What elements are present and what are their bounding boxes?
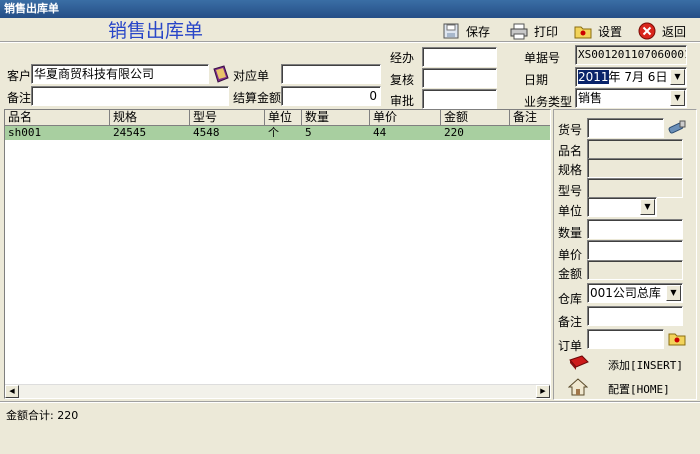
name-label: 品名 bbox=[558, 144, 583, 158]
counter-doc-field[interactable] bbox=[281, 64, 381, 84]
printer-icon bbox=[510, 22, 528, 40]
qty-field[interactable] bbox=[587, 219, 683, 239]
page-title: 销售出库单 bbox=[108, 20, 204, 42]
divider bbox=[0, 41, 700, 43]
order-field[interactable] bbox=[587, 329, 664, 349]
scanner-icon[interactable] bbox=[668, 118, 686, 136]
qty-label: 数量 bbox=[558, 226, 583, 240]
remark-label: 备注 bbox=[7, 91, 32, 105]
print-label: 打印 bbox=[534, 24, 559, 39]
order-folder-icon[interactable] bbox=[668, 329, 686, 347]
cell-remark bbox=[510, 126, 513, 140]
add-item-label: 添加[INSERT] bbox=[608, 358, 683, 372]
amount-side-label: 金额 bbox=[558, 267, 583, 281]
horizontal-scrollbar[interactable]: ◀ ▶ bbox=[5, 384, 550, 398]
cell-spec: 24545 bbox=[113, 126, 147, 139]
config-button[interactable]: 配置[HOME] bbox=[567, 378, 670, 399]
doc-no-field: XS001201107060001 bbox=[575, 45, 687, 65]
print-button[interactable]: 打印 bbox=[510, 20, 558, 42]
divider bbox=[0, 401, 700, 403]
settings-label: 设置 bbox=[598, 24, 623, 39]
spec-label: 规格 bbox=[558, 163, 583, 177]
biz-type-value: 销售 bbox=[578, 91, 603, 105]
price-label: 单价 bbox=[558, 248, 583, 262]
remark-field[interactable] bbox=[31, 86, 229, 106]
column-header-qty[interactable]: 数量 bbox=[302, 110, 370, 126]
date-label: 日期 bbox=[524, 73, 549, 87]
side-remark-label: 备注 bbox=[558, 315, 583, 329]
add-item-button[interactable]: 添加[INSERT] bbox=[568, 354, 683, 375]
cell-name: sh001 bbox=[8, 126, 42, 139]
unit-label: 单位 bbox=[558, 204, 583, 218]
code-label: 货号 bbox=[558, 123, 583, 137]
customer-label: 客户 bbox=[7, 69, 32, 83]
red-book-icon bbox=[568, 354, 590, 375]
warehouse-label: 仓库 bbox=[558, 292, 583, 306]
cell-qty: 5 bbox=[305, 126, 312, 139]
doc-no-label: 单据号 bbox=[524, 51, 561, 65]
total-amount-status: 金额合计: 220 bbox=[6, 409, 79, 422]
config-label: 配置[HOME] bbox=[608, 382, 670, 396]
items-grid[interactable]: 品名 规格 型号 单位 数量 单价 金额 备注 sh001 24545 4548… bbox=[4, 109, 551, 399]
cell-unit: 个 bbox=[268, 126, 279, 139]
approve-label: 审批 bbox=[390, 94, 415, 108]
scroll-left-icon[interactable]: ◀ bbox=[5, 385, 19, 398]
chevron-down-icon[interactable]: ▼ bbox=[666, 285, 681, 301]
settings-folder-icon bbox=[574, 22, 592, 40]
column-header-price[interactable]: 单价 bbox=[370, 110, 441, 126]
counter-doc-label: 对应单 bbox=[233, 69, 270, 83]
warehouse-value: 001公司总库 bbox=[590, 286, 661, 300]
save-icon bbox=[442, 22, 460, 40]
model-field bbox=[587, 178, 683, 198]
save-label: 保存 bbox=[466, 24, 491, 39]
scroll-right-icon[interactable]: ▶ bbox=[536, 385, 550, 398]
review-field[interactable] bbox=[422, 68, 497, 88]
warehouse-select[interactable]: 001公司总库 ▼ bbox=[587, 283, 683, 303]
column-header-model[interactable]: 型号 bbox=[190, 110, 265, 126]
back-button[interactable]: 返回 bbox=[638, 20, 686, 42]
model-label: 型号 bbox=[558, 184, 583, 198]
column-header-remark[interactable]: 备注 bbox=[510, 110, 550, 126]
approve-field[interactable] bbox=[422, 89, 497, 109]
cell-model: 4548 bbox=[193, 126, 220, 139]
chevron-down-icon[interactable]: ▼ bbox=[670, 69, 685, 85]
customer-field[interactable]: 华夏商贸科技有限公司 bbox=[31, 64, 209, 84]
amount-label: 结算金额 bbox=[233, 91, 282, 105]
date-picker[interactable]: 2011年 7月 6日 ▼ bbox=[575, 67, 687, 87]
amount-field[interactable]: 0 bbox=[281, 86, 381, 106]
code-field[interactable] bbox=[587, 118, 664, 138]
home-icon bbox=[567, 378, 589, 399]
column-header-amount[interactable]: 金额 bbox=[441, 110, 510, 126]
date-rest: 年 7月 6日 bbox=[608, 70, 668, 84]
cell-price: 44 bbox=[373, 126, 387, 139]
biz-type-label: 业务类型 bbox=[524, 95, 573, 109]
spec-field bbox=[587, 158, 683, 178]
close-circle-icon bbox=[638, 22, 656, 40]
chevron-down-icon[interactable]: ▼ bbox=[670, 90, 685, 106]
handler-label: 经办 bbox=[390, 51, 415, 65]
table-row[interactable]: sh001 24545 4548 个 5 44 220 bbox=[5, 126, 550, 140]
name-field bbox=[587, 139, 683, 159]
column-header-spec[interactable]: 规格 bbox=[110, 110, 190, 126]
chevron-down-icon[interactable]: ▼ bbox=[640, 199, 655, 215]
column-header-name[interactable]: 品名 bbox=[5, 110, 110, 126]
amount-side-field bbox=[587, 260, 683, 280]
cell-amount: 220 bbox=[444, 126, 464, 139]
column-header-unit[interactable]: 单位 bbox=[265, 110, 302, 126]
review-label: 复核 bbox=[390, 73, 415, 87]
customer-lookup-book-icon[interactable] bbox=[212, 65, 230, 83]
handler-field[interactable] bbox=[422, 47, 497, 67]
window-titlebar: 销售出库单 bbox=[0, 0, 700, 18]
date-year: 2011 bbox=[578, 70, 609, 84]
unit-select[interactable]: ▼ bbox=[587, 197, 657, 217]
biz-type-select[interactable]: 销售 ▼ bbox=[575, 88, 687, 108]
order-label: 订单 bbox=[558, 339, 583, 353]
save-button[interactable]: 保存 bbox=[442, 20, 490, 42]
settings-button[interactable]: 设置 bbox=[574, 20, 622, 42]
side-remark-field[interactable] bbox=[587, 306, 683, 326]
back-label: 返回 bbox=[662, 24, 687, 39]
price-field[interactable] bbox=[587, 240, 683, 260]
